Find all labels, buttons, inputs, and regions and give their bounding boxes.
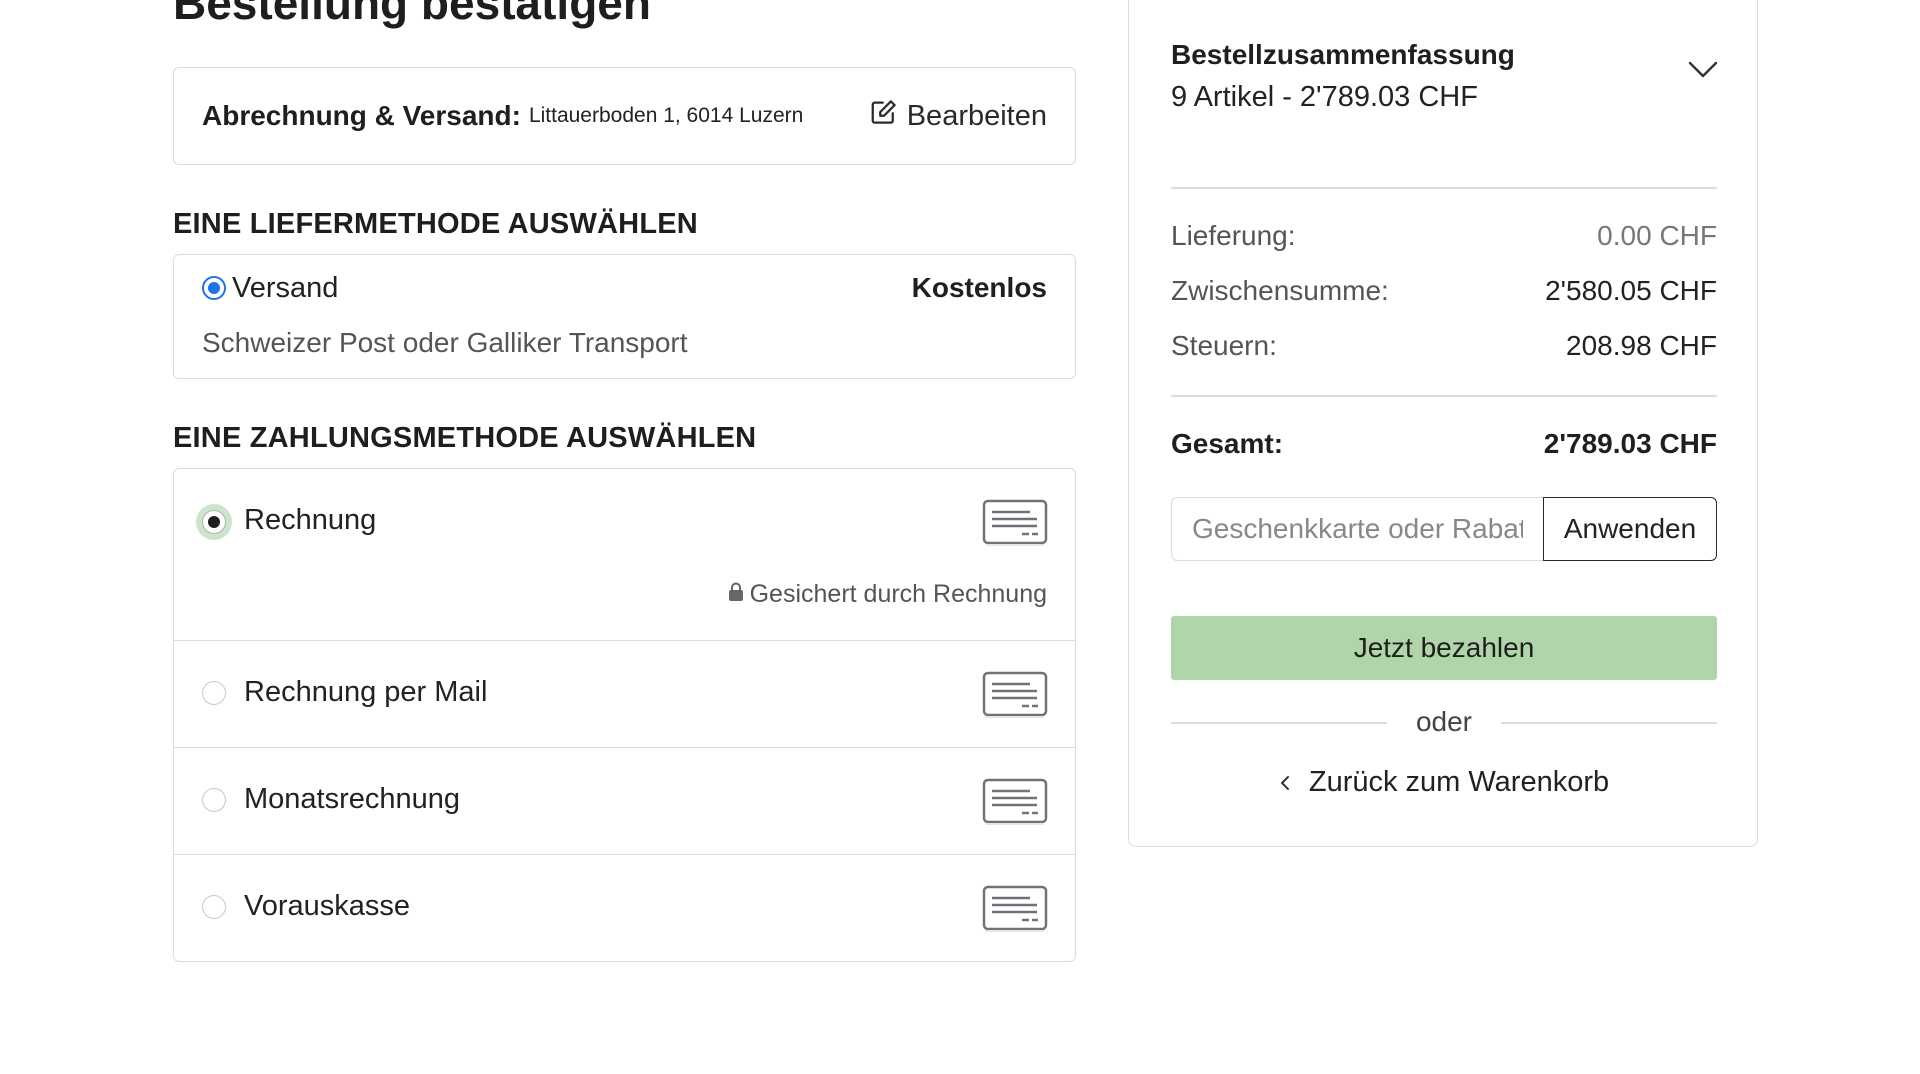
payment-radio-monatsrechnung[interactable]	[202, 788, 226, 812]
payment-radio-vorauskasse[interactable]	[202, 895, 226, 919]
apply-coupon-button[interactable]: Anwenden	[1543, 497, 1717, 561]
payment-option-label: Monatsrechnung	[244, 783, 461, 815]
payment-option-label: Vorauskasse	[244, 890, 411, 922]
chevron-left-icon	[1280, 775, 1289, 790]
payment-option-monatsrechnung[interactable]: Monatsrechnung	[174, 747, 1075, 854]
summary-total-value: 2'789.03 CHF	[1543, 428, 1717, 459]
summary-line-value: 208.98 CHF	[1566, 330, 1717, 361]
payment-radio-rechnung-per-mail[interactable]	[202, 681, 226, 705]
summary-line-delivery: Lieferung: 0.00 CHF	[1171, 220, 1717, 252]
pay-now-button[interactable]: Jetzt bezahlen	[1171, 616, 1717, 680]
payment-option-rechnung-per-mail[interactable]: Rechnung per Mail	[174, 640, 1075, 747]
summary-line-value: 0.00 CHF	[1597, 220, 1717, 251]
or-separator: oder	[1171, 702, 1717, 742]
summary-total-label: Gesamt:	[1171, 428, 1284, 459]
address-label: Abrechnung & Versand:	[202, 100, 521, 131]
page-title: Bestellung bestätigen	[173, 0, 651, 29]
summary-subtitle: 9 Artikel - 2'789.03 CHF	[1171, 81, 1478, 113]
shipping-option-versand[interactable]: Versand Kostenlos Schweizer Post oder Ga…	[173, 254, 1076, 379]
summary-total: Gesamt: 2'789.03 CHF	[1171, 428, 1717, 460]
order-summary: Bestellzusammenfassung 9 Artikel - 2'789…	[1128, 0, 1758, 847]
summary-divider	[1171, 187, 1717, 189]
summary-line-value: 2'580.05 CHF	[1545, 275, 1717, 306]
secured-text: Gesichert durch Rechnung	[749, 580, 1047, 608]
invoice-card-icon	[982, 885, 1048, 932]
summary-line-label: Steuern:	[1171, 330, 1277, 361]
edit-icon	[869, 97, 899, 135]
edit-address-button[interactable]: Bearbeiten	[869, 97, 1047, 135]
summary-line-tax: Steuern: 208.98 CHF	[1171, 330, 1717, 362]
payment-radio-rechnung[interactable]	[196, 504, 232, 540]
coupon-input[interactable]	[1171, 497, 1543, 561]
shipping-radio[interactable]	[202, 276, 226, 300]
summary-line-subtotal: Zwischensumme: 2'580.05 CHF	[1171, 275, 1717, 307]
payment-options: Rechnung Gesichert durch Rechnung Rechnu…	[173, 468, 1076, 962]
edit-label: Bearbeiten	[906, 99, 1047, 132]
back-to-cart-label: Zurück zum Warenkorb	[1308, 766, 1610, 798]
payment-option-label: Rechnung per Mail	[244, 676, 488, 708]
payment-option-rechnung[interactable]: Rechnung Gesichert durch Rechnung	[174, 469, 1075, 640]
address-value: Littauerboden 1, 6014 Luzern	[528, 104, 804, 127]
summary-line-label: Zwischensumme:	[1171, 275, 1389, 306]
payment-heading: EINE ZAHLUNGSMETHODE AUSWÄHLEN	[173, 422, 757, 454]
or-text: oder	[1415, 706, 1473, 737]
secured-note: Gesichert durch Rechnung	[728, 580, 1047, 609]
shipping-heading: EINE LIEFERMETHODE AUSWÄHLEN	[173, 208, 698, 240]
shipping-option-price: Kostenlos	[911, 272, 1047, 303]
payment-option-vorauskasse[interactable]: Vorauskasse	[174, 854, 1075, 961]
coupon-form: Anwenden	[1171, 497, 1717, 561]
checkout-page: Bestellung bestätigen Abrechnung & Versa…	[0, 0, 1920, 1074]
invoice-card-icon	[982, 778, 1048, 825]
summary-line-label: Lieferung:	[1171, 220, 1296, 251]
lock-icon	[728, 580, 744, 609]
summary-title: Bestellzusammenfassung	[1171, 39, 1515, 70]
payment-option-label: Rechnung	[244, 504, 377, 536]
back-to-cart-link[interactable]: Zurück zum Warenkorb	[1171, 766, 1717, 799]
invoice-card-icon	[982, 671, 1048, 718]
address-box: Abrechnung & Versand: Littauerboden 1, 6…	[173, 67, 1076, 165]
shipping-option-description: Schweizer Post oder Galliker Transport	[202, 327, 688, 358]
summary-divider	[1171, 395, 1717, 397]
shipping-option-name: Versand	[232, 272, 339, 304]
chevron-down-icon[interactable]	[1687, 60, 1719, 80]
invoice-card-icon	[982, 499, 1048, 546]
